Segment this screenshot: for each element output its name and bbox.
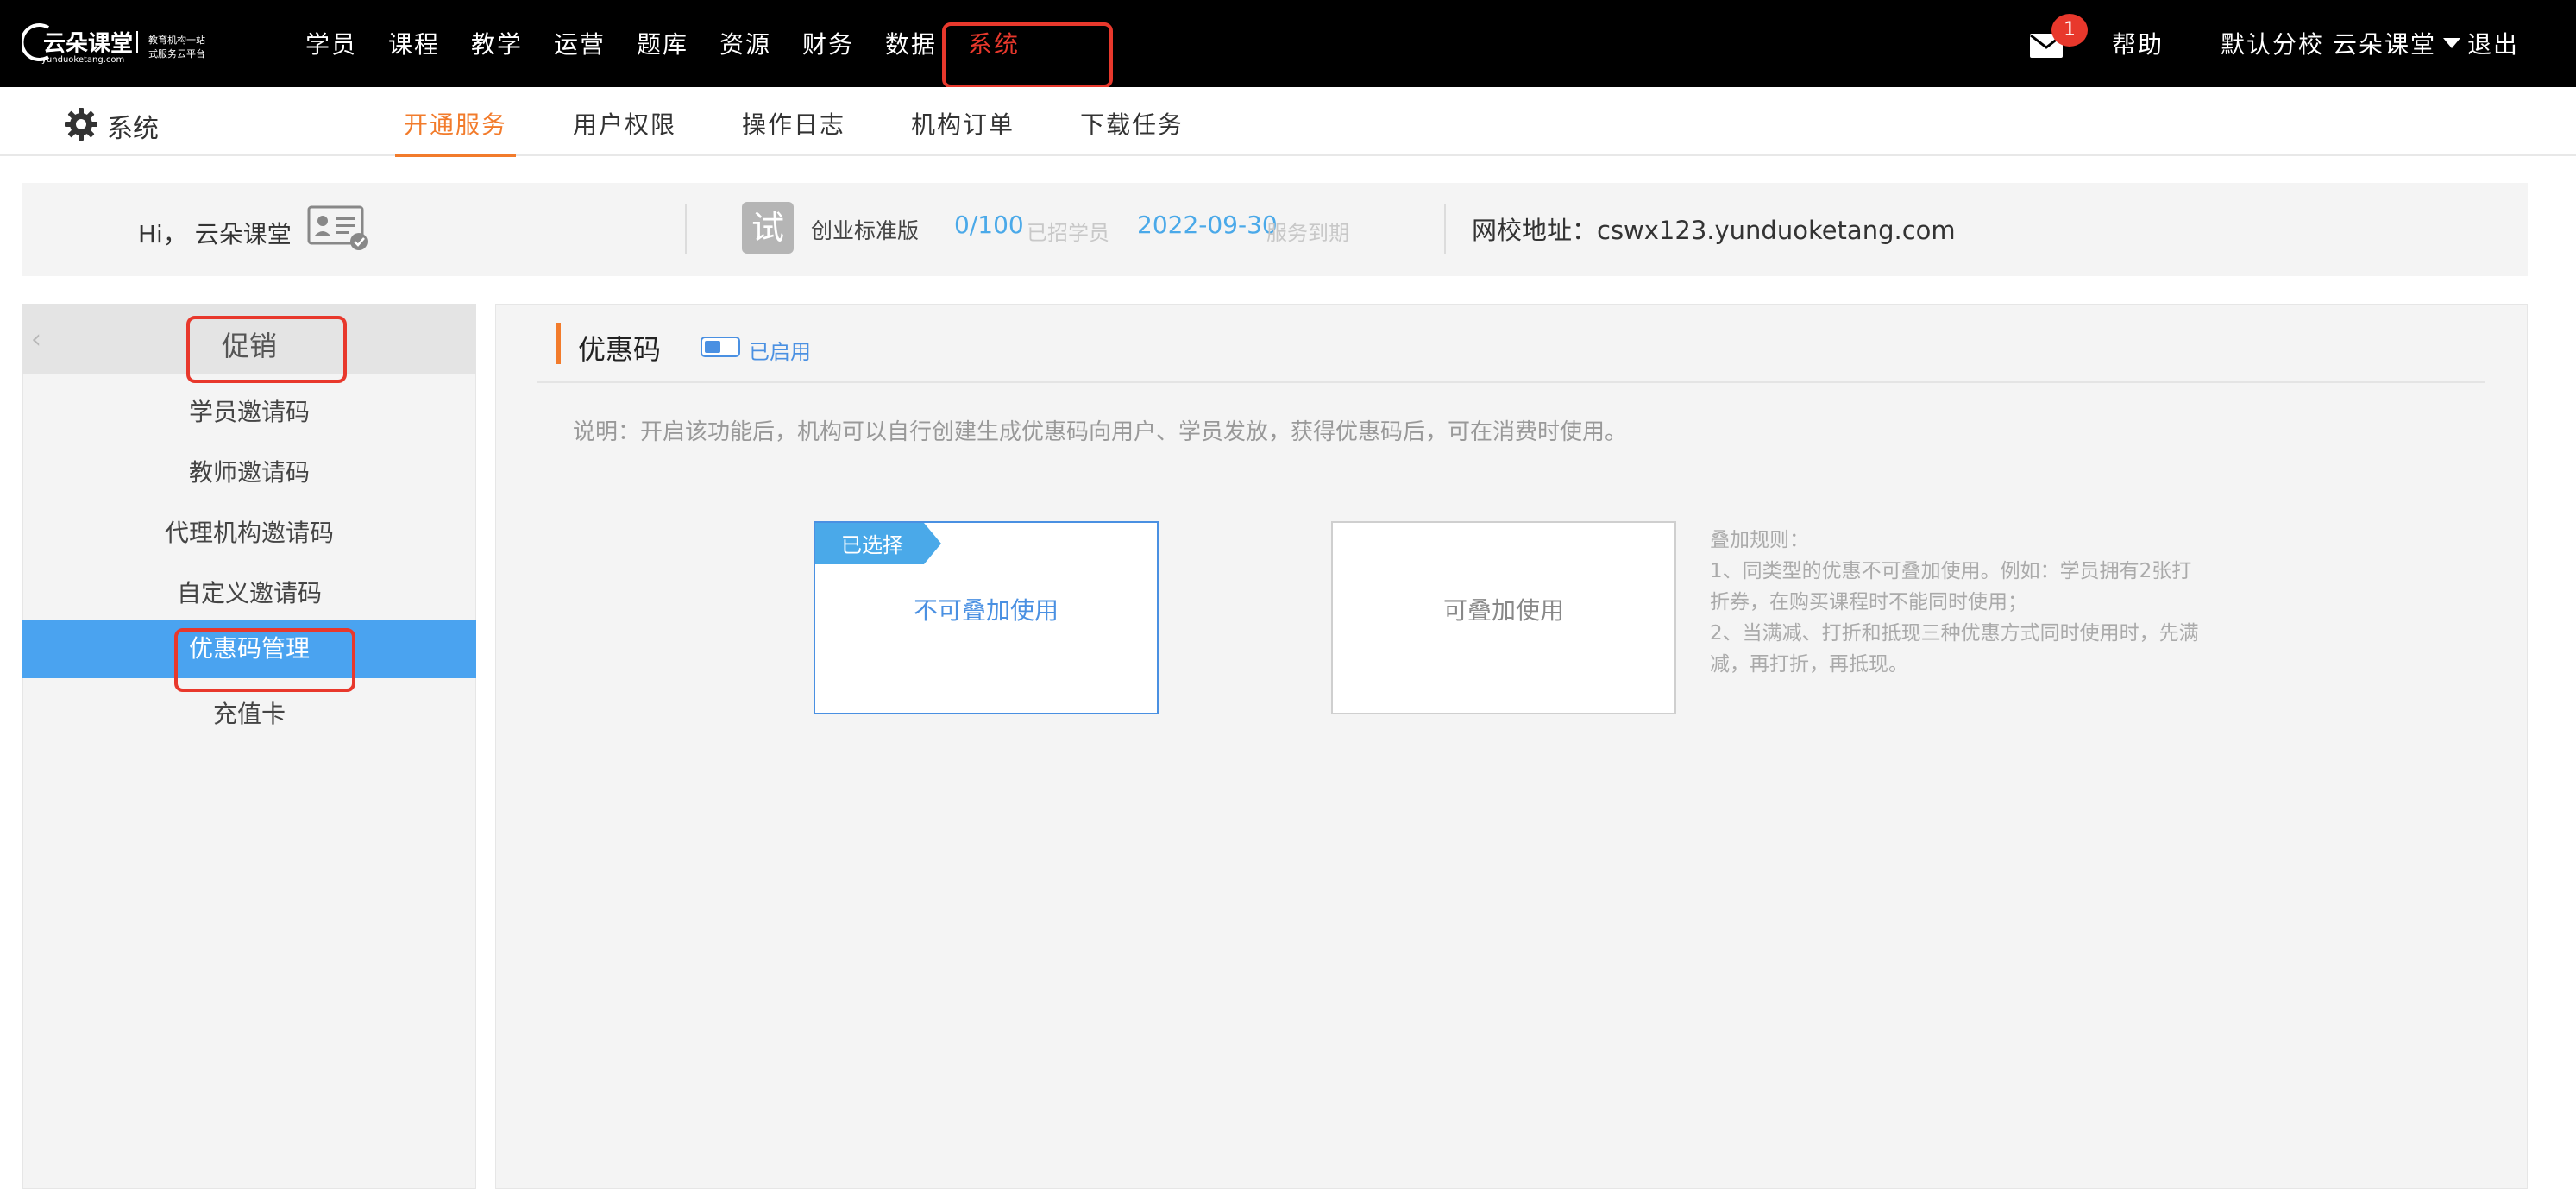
rules-line: 减，再打折，再抵现。 (1710, 653, 1908, 676)
stacking-rules: 叠加规则： 1、同类型的优惠不可叠加使用。例如：学员拥有2张打 折券，在购买课程… (1710, 525, 2227, 680)
option-label: 不可叠加使用 (913, 596, 1059, 625)
option-non-stackable[interactable]: 已选择 不可叠加使用 (814, 521, 1159, 714)
nav-item-courses[interactable]: 课程 (388, 26, 440, 60)
sidebar-item-custom-invite[interactable]: 自定义邀请码 (22, 575, 476, 609)
info-divider (685, 204, 687, 254)
gear-icon (65, 108, 97, 141)
sidebar-item-agent-invite[interactable]: 代理机构邀请码 (22, 514, 476, 549)
expire-label: 服务到期 (1266, 221, 1349, 245)
option-stackable[interactable]: 可叠加使用 (1331, 521, 1676, 714)
logo-domain: yunduoketang.com (41, 55, 125, 65)
top-nav-bar (0, 0, 2576, 87)
feature-description: 说明：开启该功能后，机构可以自行创建生成优惠码向用户、学员发放，获得优惠码后，可… (573, 419, 1628, 445)
page-title: 优惠码 (578, 333, 662, 366)
students-count: 0/100 (954, 211, 1024, 239)
plan-name: 创业标准版 (811, 218, 920, 243)
rules-line: 叠加规则： (1710, 529, 1809, 551)
expire-date: 2022-09-30 (1137, 211, 1278, 239)
nav-item-data[interactable]: 数据 (885, 26, 937, 60)
logo-text: 云朵课堂 (43, 31, 134, 57)
highlight-box-promotion (186, 316, 347, 383)
chevron-down-icon[interactable] (2443, 38, 2460, 48)
selected-tag-label: 已选择 (841, 533, 903, 557)
logo-divider (136, 31, 138, 53)
enable-toggle[interactable] (701, 337, 740, 357)
highlight-box-coupon (174, 628, 355, 692)
nav-item-operations[interactable]: 运营 (554, 26, 606, 60)
active-tab-underline (395, 154, 516, 157)
message-count-badge: 1 (2051, 14, 2088, 47)
nav-item-question-bank[interactable]: 题库 (637, 26, 688, 60)
tab-operation-log[interactable]: 操作日志 (742, 106, 845, 141)
section-title: 系统 (107, 114, 159, 144)
toggle-knob (705, 341, 720, 353)
nav-item-students[interactable]: 学员 (305, 26, 357, 60)
rules-line: 2、当满减、打折和抵现三种优惠方式同时使用时，先满 (1710, 622, 2199, 645)
brand-logo[interactable]: 云朵课堂 yunduoketang.com 教育机构一站 式服务云平台 (22, 16, 221, 67)
option-label: 可叠加使用 (1442, 596, 1564, 625)
sub-nav-bar (0, 87, 2576, 156)
highlight-box-system (942, 22, 1113, 88)
logout-link[interactable]: 退出 (2467, 26, 2519, 60)
info-divider (1444, 204, 1446, 254)
sidebar-item-recharge-card[interactable]: 充值卡 (22, 695, 476, 730)
trial-badge: 试 (742, 202, 794, 254)
id-card-icon[interactable] (307, 205, 369, 250)
tab-user-permissions[interactable]: 用户权限 (573, 106, 676, 141)
branch-selector[interactable]: 默认分校 (2221, 26, 2324, 60)
rules-line: 折券，在购买课程时不能同时使用； (1710, 591, 2027, 613)
rules-line: 1、同类型的优惠不可叠加使用。例如：学员拥有2张打 (1710, 560, 2192, 582)
title-accent-bar (556, 323, 561, 364)
nav-item-teaching[interactable]: 教学 (471, 26, 523, 60)
tab-open-services[interactable]: 开通服务 (404, 106, 507, 141)
sidebar-item-teacher-invite[interactable]: 教师邀请码 (22, 454, 476, 488)
toggle-status-label: 已启用 (749, 340, 811, 364)
nav-item-resources[interactable]: 资源 (719, 26, 771, 60)
school-url[interactable]: 网校地址：cswx123.yunduoketang.com (1472, 211, 1956, 247)
logo-tagline-1: 教育机构一站 (148, 35, 205, 46)
nav-item-finance[interactable]: 财务 (802, 26, 854, 60)
content-divider (537, 381, 2485, 383)
left-sidebar (22, 304, 476, 1189)
sidebar-item-student-invite[interactable]: 学员邀请码 (22, 393, 476, 428)
tab-org-orders[interactable]: 机构订单 (911, 106, 1015, 141)
logo-tagline-2: 式服务云平台 (148, 48, 205, 60)
user-menu[interactable]: 云朵课堂 (2333, 26, 2436, 60)
tab-download-tasks[interactable]: 下载任务 (1080, 106, 1184, 141)
help-link[interactable]: 帮助 (2112, 26, 2164, 60)
greeting-text: Hi， 云朵课堂 (138, 220, 292, 248)
students-label: 已招学员 (1027, 221, 1109, 245)
